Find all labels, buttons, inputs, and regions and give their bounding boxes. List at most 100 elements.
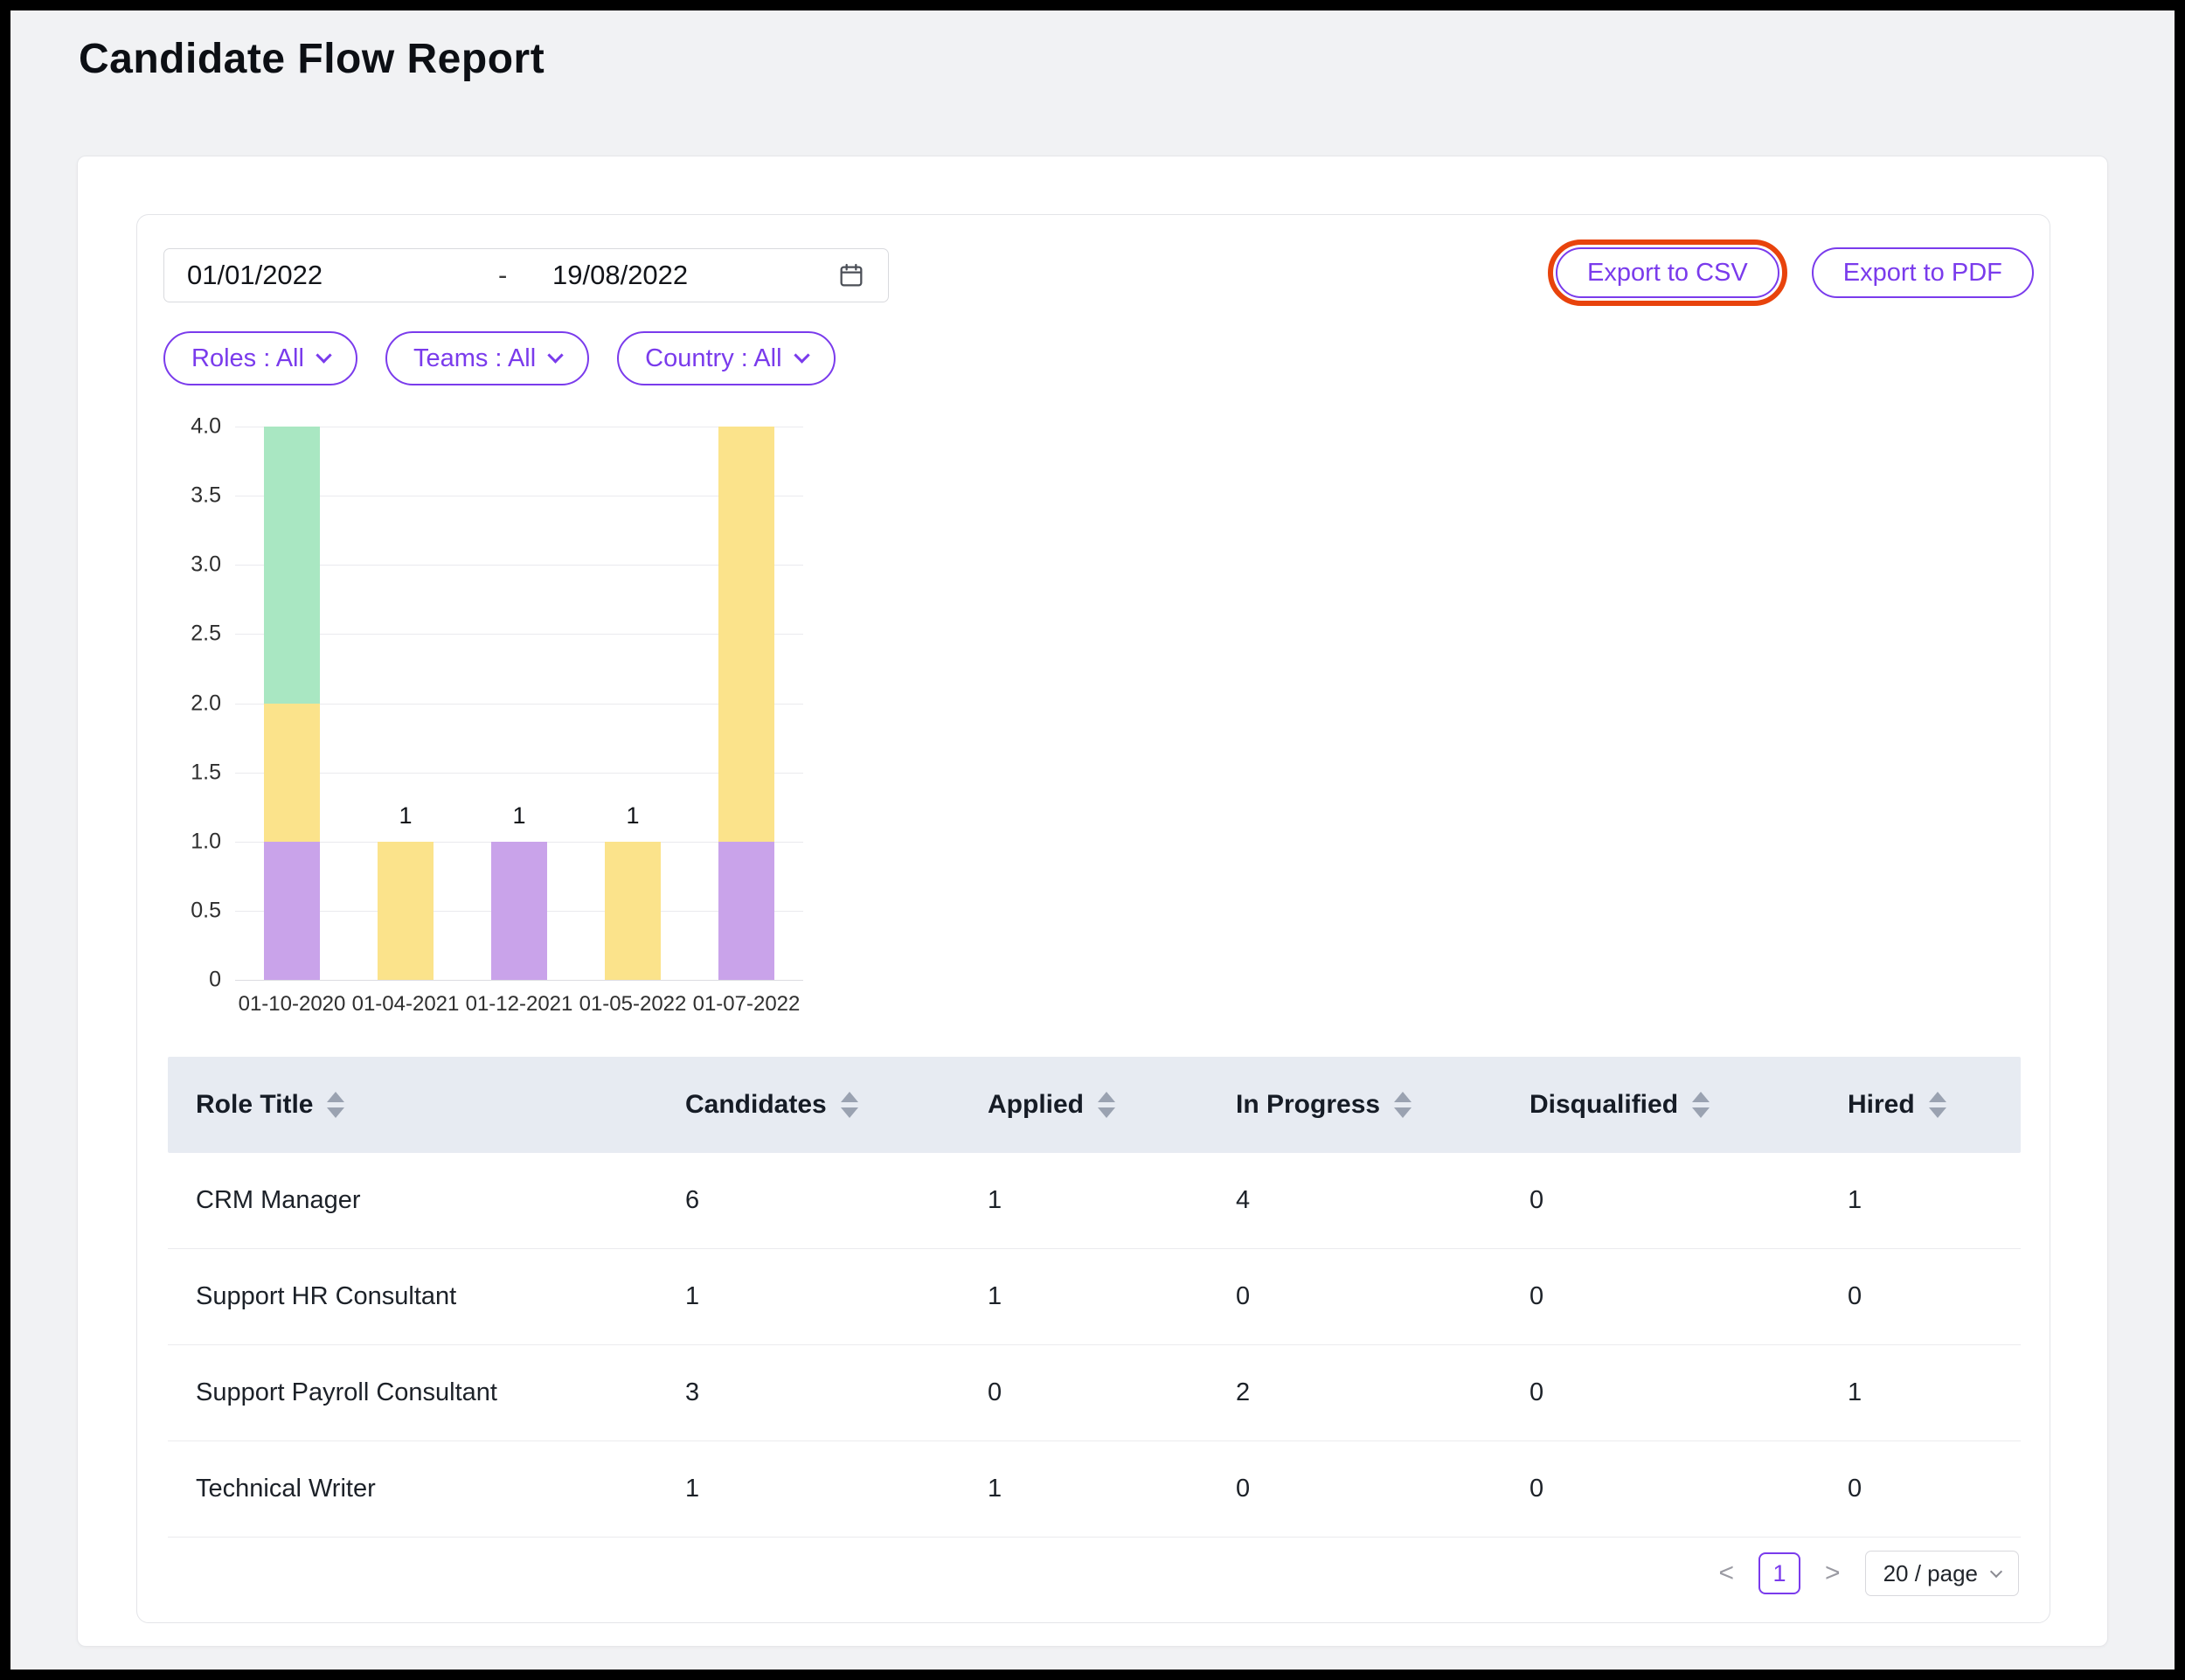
y-tick-label: 3.0	[191, 552, 221, 578]
bar-group	[690, 427, 803, 980]
x-axis: 01-10-202001-04-202101-12-202101-05-2022…	[235, 992, 803, 1017]
sort-icon	[1692, 1092, 1710, 1118]
value-cell: 6	[657, 1186, 960, 1215]
y-tick-label: 1.5	[191, 760, 221, 785]
bar-segment-yellow	[605, 842, 661, 980]
export-pdf-button[interactable]: Export to PDF	[1812, 247, 2034, 298]
current-page-button[interactable]: 1	[1758, 1552, 1800, 1594]
filter-label: Teams : All	[413, 344, 536, 373]
value-cell: 1	[657, 1475, 960, 1503]
stacked-bar	[264, 427, 320, 980]
role-title-cell: CRM Manager	[168, 1186, 657, 1215]
value-cell: 0	[1502, 1186, 1820, 1215]
date-separator: -	[498, 260, 552, 291]
column-header-candidates[interactable]: Candidates	[657, 1090, 960, 1120]
report-panel: 01/01/2022 - 19/08/2022 Export to CSV Ex…	[136, 214, 2050, 1623]
stacked-bar	[605, 842, 661, 980]
column-header-label: In Progress	[1236, 1090, 1380, 1120]
date-start-value[interactable]: 01/01/2022	[187, 260, 498, 291]
value-cell: 3	[657, 1378, 960, 1407]
chevron-down-icon	[316, 347, 331, 363]
value-cell: 1	[960, 1282, 1208, 1311]
value-cell: 1	[960, 1475, 1208, 1503]
filter-label: Roles : All	[191, 344, 304, 373]
x-tick-label: 01-05-2022	[576, 992, 690, 1017]
sort-asc-icon	[841, 1092, 858, 1102]
value-cell: 1	[1820, 1378, 2021, 1407]
bar-value-label: 1	[399, 802, 412, 830]
calendar-icon[interactable]	[837, 261, 865, 289]
sort-desc-icon	[1098, 1107, 1115, 1118]
table-row: Support Payroll Consultant30201	[168, 1345, 2021, 1441]
app-window: Candidate Flow Report 01/01/2022 - 19/08…	[0, 0, 2185, 1680]
role-title-cell: Support Payroll Consultant	[168, 1378, 657, 1407]
date-range-input[interactable]: 01/01/2022 - 19/08/2022	[163, 248, 889, 302]
export-csv-button[interactable]: Export to CSV	[1556, 247, 1779, 298]
bar-segment-yellow	[378, 842, 434, 980]
bar-segment-yellow	[264, 704, 320, 842]
sort-desc-icon	[841, 1107, 858, 1118]
role-title-cell: Support HR Consultant	[168, 1282, 657, 1311]
page-size-select[interactable]: 20 / page	[1865, 1551, 2019, 1596]
bar-group: 1	[462, 427, 576, 980]
sort-asc-icon	[1692, 1092, 1710, 1102]
x-tick-label: 01-12-2021	[462, 992, 576, 1017]
chevron-down-icon	[547, 347, 563, 363]
bar-segment-yellow	[718, 427, 774, 842]
bar-value-label: 1	[512, 802, 525, 830]
bar-group: 1	[576, 427, 690, 980]
value-cell: 0	[1502, 1475, 1820, 1503]
y-tick-label: 1.0	[191, 829, 221, 854]
x-tick-label: 01-07-2022	[690, 992, 803, 1017]
pagination: < 1 > 20 / page	[1716, 1551, 2020, 1596]
table-header-row: Role Title Candidates Applied In Progress Di…	[168, 1057, 2021, 1153]
column-header-label: Hired	[1848, 1090, 1915, 1120]
value-cell: 1	[657, 1282, 960, 1311]
filter-country-dropdown[interactable]: Country : All	[617, 331, 835, 385]
value-cell: 0	[1502, 1282, 1820, 1311]
y-tick-label: 2.0	[191, 691, 221, 716]
filter-teams-dropdown[interactable]: Teams : All	[385, 331, 589, 385]
date-end-value[interactable]: 19/08/2022	[552, 260, 837, 291]
roles-table: Role Title Candidates Applied In Progress Di…	[168, 1057, 2021, 1538]
column-header-in-progress[interactable]: In Progress	[1208, 1090, 1502, 1120]
value-cell: 0	[960, 1378, 1208, 1407]
next-page-button[interactable]: >	[1821, 1559, 1844, 1588]
bar-group	[235, 427, 349, 980]
bar-segment-purple	[264, 842, 320, 980]
table-body: CRM Manager61401Support HR Consultant110…	[168, 1153, 2021, 1538]
prev-page-button[interactable]: <	[1716, 1559, 1738, 1588]
sort-asc-icon	[1929, 1092, 1946, 1102]
table-row: Support HR Consultant11000	[168, 1249, 2021, 1345]
column-header-role-title[interactable]: Role Title	[168, 1090, 657, 1120]
column-header-label: Disqualified	[1530, 1090, 1678, 1120]
value-cell: 4	[1208, 1186, 1502, 1215]
y-axis: 4.03.53.02.52.01.51.00.50	[165, 427, 235, 980]
stacked-bar	[718, 427, 774, 980]
gridline	[235, 980, 803, 981]
sort-icon	[1394, 1092, 1412, 1118]
y-tick-label: 3.5	[191, 483, 221, 509]
column-header-hired[interactable]: Hired	[1820, 1090, 2021, 1120]
column-header-label: Candidates	[685, 1090, 827, 1120]
value-cell: 1	[960, 1186, 1208, 1215]
y-tick-label: 4.0	[191, 414, 221, 440]
column-header-applied[interactable]: Applied	[960, 1090, 1208, 1120]
page-size-value: 20 / page	[1883, 1560, 1978, 1587]
sort-icon	[841, 1092, 858, 1118]
sort-asc-icon	[1098, 1092, 1115, 1102]
sort-asc-icon	[1394, 1092, 1412, 1102]
column-header-disqualified[interactable]: Disqualified	[1502, 1090, 1820, 1120]
sort-asc-icon	[327, 1092, 344, 1102]
sort-desc-icon	[1394, 1107, 1412, 1118]
y-tick-label: 0	[209, 968, 221, 993]
sort-desc-icon	[1692, 1107, 1710, 1118]
stacked-bar	[378, 842, 434, 980]
bar-segment-green	[264, 427, 320, 704]
table-row: CRM Manager61401	[168, 1153, 2021, 1249]
value-cell: 0	[1820, 1282, 2021, 1311]
bar-value-label: 1	[626, 802, 639, 830]
filter-roles-dropdown[interactable]: Roles : All	[163, 331, 357, 385]
export-actions: Export to CSV Export to PDF	[1548, 240, 2034, 306]
sort-desc-icon	[1929, 1107, 1946, 1118]
